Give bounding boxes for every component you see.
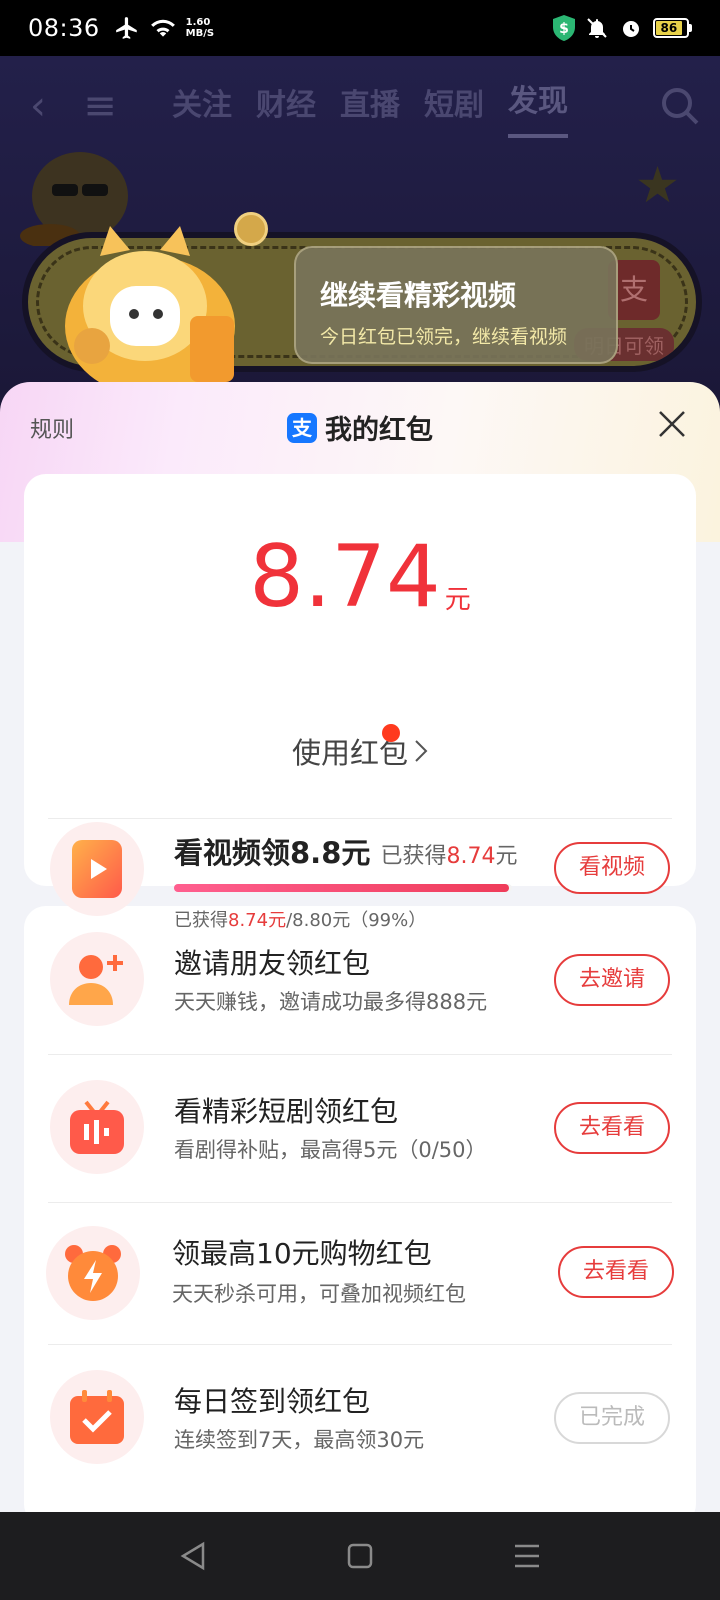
shield-dollar-icon: $ xyxy=(553,15,575,41)
alarm-clock-icon xyxy=(65,1245,121,1301)
earned-prefix: 已获得 xyxy=(380,844,447,869)
watch-drama-button[interactable]: 去看看 xyxy=(554,1102,670,1154)
back-icon[interactable]: ‹ xyxy=(16,84,60,128)
top-nav: ‹ ≡ 关注 财经 直播 短剧 发现 xyxy=(0,74,720,138)
net-speed-value: 1.60 xyxy=(185,17,211,28)
video-task-title: 看视频领8.8元 已获得8.74元 xyxy=(174,830,518,872)
alipay-icon: 支 xyxy=(287,412,317,443)
task-list-card: 邀请朋友领红包 天天赚钱，邀请成功最多得888元 去邀请 看精彩短剧领红包 看剧… xyxy=(24,906,696,1512)
calendar-check-icon xyxy=(70,1390,124,1444)
system-nav-bar xyxy=(0,1512,720,1600)
task-row-shopping: 领最高10元购物红包 天天秒杀可用，可叠加视频红包 去看看 xyxy=(24,1202,696,1342)
shopping-button[interactable]: 去看看 xyxy=(558,1246,674,1298)
invite-friend-icon xyxy=(69,955,123,1005)
battery-indicator: 86 xyxy=(653,18,692,38)
wifi-icon xyxy=(150,19,175,37)
task-subtitle: 看剧得补贴，最高得5元（0/50） xyxy=(174,1138,487,1162)
earned-value: 8.74 xyxy=(446,844,496,869)
toast-title: 继续看精彩视频 xyxy=(320,279,517,312)
watch-video-button[interactable]: 看视频 xyxy=(554,842,670,894)
divider xyxy=(48,1344,672,1345)
task-row-sign-in: 每日签到领红包 连续签到7天，最高领30元 已完成 xyxy=(24,1346,696,1486)
task-row-short-drama: 看精彩短剧领红包 看剧得补贴，最高得5元（0/50） 去看看 xyxy=(24,1056,696,1196)
video-task-row: 看视频领8.8元 已获得8.74元 已获得8.74元/8.80元（99%） 看视… xyxy=(24,778,696,931)
sheet-header: 规则 支 我的红包 xyxy=(0,382,720,478)
tab-short-drama[interactable]: 短剧 xyxy=(424,74,484,138)
airplane-icon xyxy=(115,17,137,39)
task-subtitle: 天天赚钱，邀请成功最多得888元 xyxy=(174,990,488,1014)
earned-unit: 元 xyxy=(495,844,518,869)
balance-amount: 8.74 元 xyxy=(24,534,696,620)
close-icon[interactable] xyxy=(654,406,690,442)
task-subtitle: 天天秒杀可用，可叠加视频红包 xyxy=(172,1282,466,1306)
nav-tabs: 关注 财经 直播 短剧 发现 xyxy=(172,74,568,138)
progress-suffix: /8.80元（99%） xyxy=(286,910,427,931)
toast-message: 继续看精彩视频 今日红包已领完，继续看视频 xyxy=(294,246,618,364)
star-decoration: ★ xyxy=(635,156,680,214)
tv-icon xyxy=(70,1100,124,1154)
video-progress-fill xyxy=(174,884,509,892)
battery-level: 86 xyxy=(656,21,682,35)
red-packet-sheet: 规则 支 我的红包 8.74 元 使用红包 看视频领8.8元 已获得8.74元 xyxy=(0,382,720,1512)
nav-back-icon[interactable] xyxy=(179,1541,207,1571)
video-task-icon-wrap xyxy=(50,822,144,916)
nav-menu-icon[interactable] xyxy=(513,1543,541,1569)
bell-muted-icon xyxy=(587,18,607,38)
lucky-cat-illustration xyxy=(65,226,235,396)
play-video-icon xyxy=(72,840,122,898)
network-speed: 1.60 MB/S xyxy=(186,17,214,39)
video-progress-text: 已获得8.74元/8.80元（99%） xyxy=(174,906,426,932)
nav-home-icon[interactable] xyxy=(347,1543,373,1569)
task-icon-wrap xyxy=(50,932,144,1026)
tab-finance[interactable]: 财经 xyxy=(256,74,316,138)
task-title: 每日签到领红包 xyxy=(174,1385,371,1418)
task-title: 领最高10元购物红包 xyxy=(172,1237,432,1270)
amount-value: 8.74 xyxy=(249,527,441,627)
menu-icon[interactable]: ≡ xyxy=(78,84,122,128)
tab-live[interactable]: 直播 xyxy=(340,74,400,138)
search-icon[interactable] xyxy=(658,84,702,128)
use-red-packet-link[interactable]: 使用红包 xyxy=(292,724,428,772)
amount-unit: 元 xyxy=(444,585,471,615)
alarm-icon xyxy=(623,21,639,37)
video-progress-bar xyxy=(174,884,512,892)
progress-prefix: 已获得 xyxy=(174,910,228,931)
task-title: 看精彩短剧领红包 xyxy=(174,1095,399,1128)
task-icon-wrap xyxy=(46,1226,140,1320)
task-subtitle: 连续签到7天，最高领30元 xyxy=(174,1428,425,1452)
progress-value: 8.74元 xyxy=(228,910,287,931)
status-time: 08:36 xyxy=(28,14,100,42)
notification-dot xyxy=(382,724,400,742)
video-task-title-text: 看视频领8.8元 xyxy=(174,836,371,870)
sheet-title: 我的红包 xyxy=(325,415,433,446)
status-bar: 08:36 1.60 MB/S $ 86 xyxy=(0,0,720,56)
video-task-earned: 已获得8.74元 xyxy=(380,844,517,869)
sign-in-completed-button[interactable]: 已完成 xyxy=(554,1392,670,1444)
toast-subtitle: 今日红包已领完，继续看视频 xyxy=(320,326,568,348)
task-title: 邀请朋友领红包 xyxy=(174,947,371,980)
net-speed-unit: MB/S xyxy=(185,28,215,39)
tab-follow[interactable]: 关注 xyxy=(172,74,232,138)
divider xyxy=(48,1054,672,1055)
tab-discover[interactable]: 发现 xyxy=(508,74,568,138)
invite-button[interactable]: 去邀请 xyxy=(554,954,670,1006)
svg-text:$: $ xyxy=(559,21,569,37)
chevron-right-icon xyxy=(415,740,428,762)
background-app: ‹ ≡ 关注 财经 直播 短剧 发现 ★ 支 明日可领 继续看精彩视频 今日红包… xyxy=(0,56,720,396)
task-icon-wrap xyxy=(50,1080,144,1174)
coin-decoration xyxy=(234,212,268,246)
task-icon-wrap xyxy=(50,1370,144,1464)
